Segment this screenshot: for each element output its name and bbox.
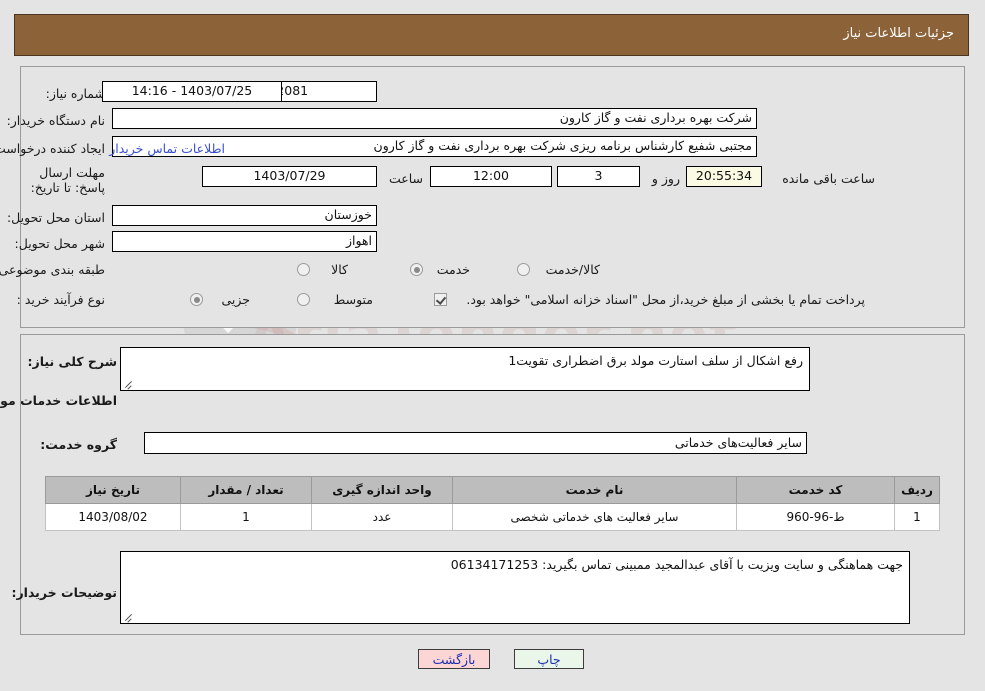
deadline-hour-label: ساعت <box>388 171 423 186</box>
page-title: جزئیات اطلاعات نیاز <box>843 26 954 41</box>
buyer-notes-text: جهت هماهنگی و سایت ویزیت با آقای عبدالمج… <box>450 557 903 572</box>
announce-datetime-value: 14:16 - 1403/07/25 <box>102 81 282 102</box>
buyer-notes-textarea[interactable]: جهت هماهنگی و سایت ویزیت با آقای عبدالمج… <box>120 551 910 624</box>
deadline-countdown-value: 20:55:34 <box>686 166 762 187</box>
th-quantity: تعداد / مقدار <box>180 476 312 504</box>
back-button[interactable]: بازگشت <box>418 649 490 669</box>
cell-need-date: 1403/08/02 <box>45 503 181 531</box>
category-radio-kala-khedmat[interactable] <box>517 263 530 276</box>
deadline-hour-value: 12:00 <box>430 166 552 187</box>
city-value: اهواز <box>112 231 377 252</box>
need-number-label: شماره نیاز: <box>45 86 105 101</box>
purchase-type-label: نوع فرآیند خرید : <box>16 292 105 307</box>
cell-unit: عدد <box>311 503 453 531</box>
category-radio-kala[interactable] <box>297 263 310 276</box>
deadline-date-value: 1403/07/29 <box>202 166 377 187</box>
table-row: 1 ط-96-960 سایر فعالیت های خدماتی شخصی ع… <box>45 503 940 531</box>
category-option-khedmat-label: خدمت <box>436 262 470 277</box>
th-need-date: تاریخ نیاز <box>45 476 181 504</box>
cell-service-code: ط-96-960 <box>736 503 895 531</box>
deadline-label: مهلت ارسال پاسخ: تا تاریخ: <box>30 165 105 195</box>
cell-row-number: 1 <box>894 503 940 531</box>
page-header-bar: جزئیات اطلاعات نیاز <box>14 14 969 56</box>
th-unit: واحد اندازه گیری <box>311 476 453 504</box>
service-group-value: سایر فعالیت‌های خدماتی <box>144 432 807 454</box>
need-description-text: رفع اشکال از سلف استارت مولد برق اضطراری… <box>508 353 803 368</box>
purchase-type-option-motavasset-label: متوسط <box>333 292 373 307</box>
treasury-note-text: پرداخت تمام یا بخشی از مبلغ خرید،از محل … <box>466 292 865 307</box>
province-label: استان محل تحویل: <box>6 210 105 225</box>
cell-service-name: سایر فعالیت های خدماتی شخصی <box>452 503 737 531</box>
th-service-name: نام خدمت <box>452 476 737 504</box>
requester-label: ایجاد کننده درخواست: <box>0 141 105 156</box>
service-group-label: گروه خدمت: <box>40 437 117 452</box>
print-button[interactable]: چاپ <box>514 649 584 669</box>
city-label: شهر محل تحویل: <box>14 236 105 251</box>
province-value: خوزستان <box>112 205 377 226</box>
buyer-org-label: نام دستگاه خریدار: <box>6 113 105 128</box>
purchase-type-radio-motavasset[interactable] <box>297 293 310 306</box>
buyer-org-value: شرکت بهره برداری نفت و گاز کارون <box>112 108 757 129</box>
table-header-row: ردیف کد خدمت نام خدمت واحد اندازه گیری ت… <box>45 476 940 504</box>
buyer-contact-link[interactable]: اطلاعات تماس خریدار <box>109 141 225 156</box>
deadline-days-label: روز و <box>651 171 680 186</box>
services-table: ردیف کد خدمت نام خدمت واحد اندازه گیری ت… <box>45 476 940 531</box>
category-option-kala-khedmat-label: کالا/خدمت <box>545 262 600 277</box>
deadline-countdown-label: ساعت باقی مانده <box>782 171 875 186</box>
need-description-label: شرح کلی نیاز: <box>27 354 117 369</box>
category-option-kala-label: کالا <box>331 262 348 277</box>
services-section-heading: اطلاعات خدمات مورد نیاز <box>0 393 117 408</box>
page-root: AriaTender.net جزئیات اطلاعات نیاز شماره… <box>0 0 985 691</box>
cell-quantity: 1 <box>180 503 312 531</box>
resize-grip-icon-2[interactable] <box>124 611 134 621</box>
resize-grip-icon[interactable] <box>124 378 134 388</box>
deadline-days-value: 3 <box>557 166 640 187</box>
buyer-notes-label: توضیحات خریدار: <box>11 585 117 600</box>
purchase-type-radio-jozi[interactable] <box>190 293 203 306</box>
need-description-textarea[interactable]: رفع اشکال از سلف استارت مولد برق اضطراری… <box>120 347 810 391</box>
treasury-note-checkbox[interactable] <box>434 293 447 306</box>
th-service-code: کد خدمت <box>736 476 895 504</box>
th-row-number: ردیف <box>894 476 940 504</box>
category-radio-khedmat[interactable] <box>410 263 423 276</box>
category-label: طبقه بندی موضوعی: <box>0 262 105 277</box>
purchase-type-option-jozi-label: جزیی <box>221 292 250 307</box>
need-info-panel <box>20 66 965 328</box>
